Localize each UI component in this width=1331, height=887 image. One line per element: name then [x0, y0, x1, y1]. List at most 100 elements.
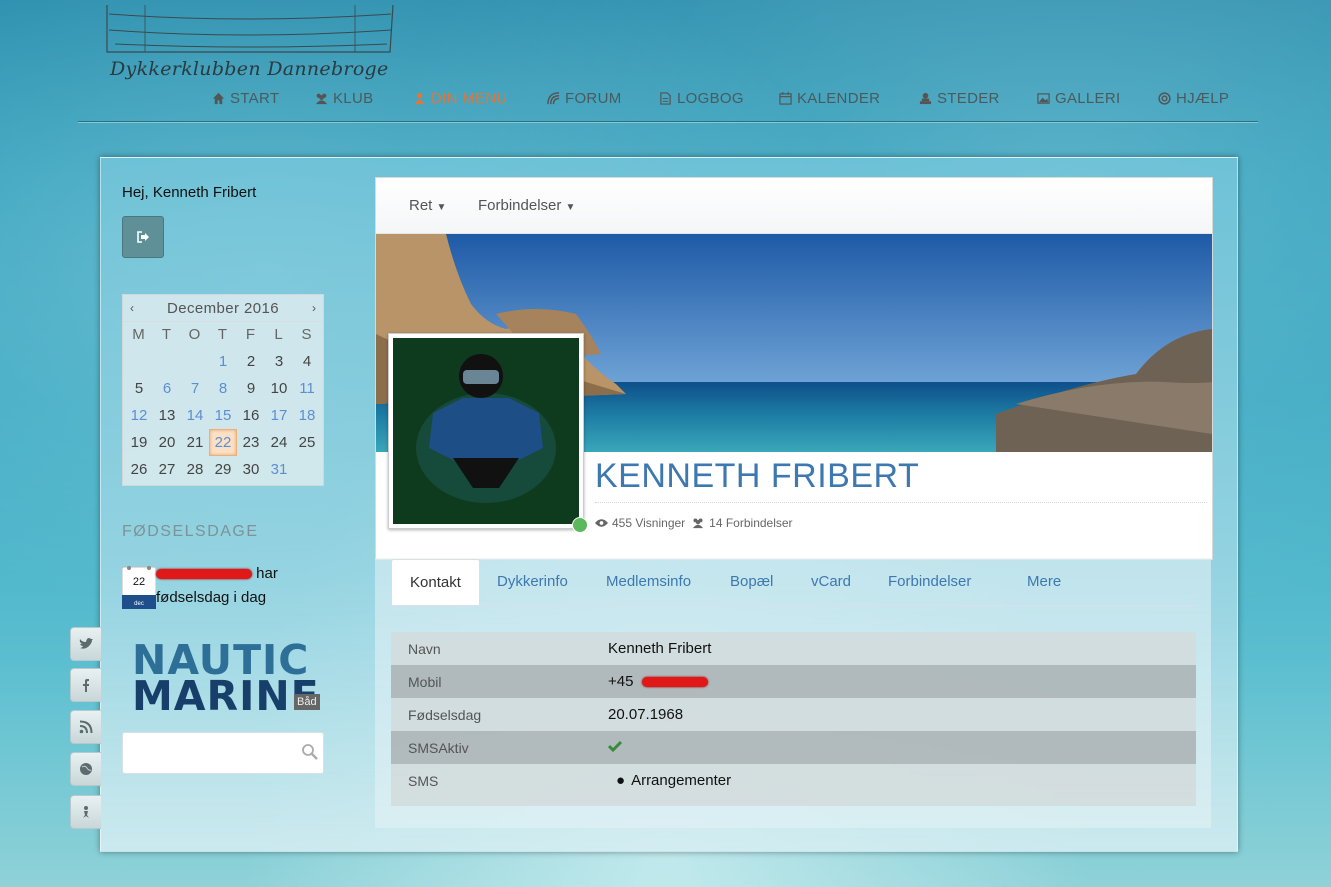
- calendar-day[interactable]: 17: [265, 402, 293, 429]
- users-icon: [315, 93, 328, 105]
- calendar-day[interactable]: 10: [265, 375, 293, 402]
- calendar-day[interactable]: 14: [181, 402, 209, 429]
- nav-item-kalender[interactable]: KALENDER: [779, 90, 880, 107]
- calendar-weekday: L: [274, 326, 284, 343]
- calendar-day[interactable]: 28: [181, 456, 209, 483]
- calendar-day[interactable]: 13: [153, 402, 181, 429]
- nav-item-logbog[interactable]: LOGBOG: [659, 90, 744, 107]
- sponsor-logo-nautic-marine[interactable]: NAUTIC MARINE Båd: [132, 640, 322, 717]
- search-input[interactable]: [122, 732, 324, 774]
- nav-item-klub[interactable]: KLUB: [315, 90, 373, 107]
- profile-stats: 455 Visninger 14 Forbindelser: [595, 516, 793, 530]
- calendar-day[interactable]: 2: [237, 348, 265, 375]
- calendar-day[interactable]: 30: [237, 456, 265, 483]
- tab-dykkerinfo[interactable]: Dykkerinfo: [479, 559, 586, 604]
- check-icon: [607, 740, 623, 753]
- calendar-day[interactable]: 20: [153, 429, 181, 456]
- nav-item-galleri[interactable]: GALLERI: [1037, 90, 1120, 107]
- home-icon: [212, 92, 225, 105]
- bullet-icon: ●: [616, 772, 626, 789]
- tab-bopael[interactable]: Bopæl: [712, 559, 791, 604]
- calendar-day[interactable]: 19: [125, 429, 153, 456]
- calendar-day[interactable]: 7: [181, 375, 209, 402]
- calendar-day[interactable]: 24: [265, 429, 293, 456]
- calendar-empty-cell: [153, 348, 181, 375]
- image-icon: [1037, 93, 1050, 104]
- lifebuoy-icon: [1158, 92, 1171, 105]
- nav-item-din-menu[interactable]: DIN MENU: [413, 90, 508, 107]
- profile-toolbar: Ret ▼ Forbindelser ▼: [376, 178, 1212, 234]
- row-label: Navn: [408, 640, 441, 657]
- calendar-day[interactable]: 9: [237, 375, 265, 402]
- calendar-prev-button[interactable]: ‹: [127, 301, 137, 315]
- birthday-entry: har fødselsdag i dag: [156, 562, 326, 610]
- calendar-day[interactable]: 21: [181, 429, 209, 456]
- nav-label: GALLERI: [1055, 90, 1121, 107]
- connections-dropdown[interactable]: Forbindelser ▼: [478, 197, 575, 214]
- table-row: SMSAktiv: [391, 731, 1196, 764]
- calendar-day[interactable]: 18: [293, 402, 321, 429]
- calendar-header: ‹ December 2016 ›: [123, 295, 323, 322]
- tab-mere[interactable]: Mere: [1009, 559, 1079, 604]
- calendar-day[interactable]: 12: [125, 402, 153, 429]
- search-icon[interactable]: [301, 743, 319, 761]
- nav-label: LOGBOG: [677, 90, 744, 107]
- calendar-day[interactable]: 25: [293, 429, 321, 456]
- eye-icon: [595, 519, 608, 527]
- calendar-day[interactable]: 26: [125, 456, 153, 483]
- calendar-empty-cell: [125, 348, 153, 375]
- nav-label: STEDER: [937, 90, 1000, 107]
- calendar-day[interactable]: 4: [293, 348, 321, 375]
- tab-medlemsinfo[interactable]: Medlemsinfo: [588, 559, 709, 604]
- birthday-month: dec: [134, 601, 144, 607]
- calendar-icon: [779, 92, 792, 105]
- calendar-day[interactable]: 3: [265, 348, 293, 375]
- edit-label: Ret: [409, 197, 433, 214]
- nav-item-steder[interactable]: STEDER: [919, 90, 1000, 107]
- facebook-button[interactable]: [70, 668, 101, 702]
- nav-item-start[interactable]: START: [212, 90, 279, 107]
- nav-label: HJÆLP: [1176, 90, 1230, 107]
- views-count: 455 Visninger: [612, 516, 686, 530]
- calendar-day[interactable]: 23: [237, 429, 265, 456]
- calendar-title: December 2016: [167, 299, 279, 317]
- calendar-next-button[interactable]: ›: [309, 301, 319, 315]
- tab-kontakt[interactable]: Kontakt: [391, 559, 480, 605]
- phone-prefix: +45: [608, 673, 634, 690]
- profile-card: Ret ▼ Forbindelser ▼ KENNETH FRIBERT 455…: [375, 177, 1213, 560]
- tab-forbindelser[interactable]: Forbindelser: [870, 559, 989, 604]
- calendar-day[interactable]: 15: [209, 402, 237, 429]
- profile-avatar[interactable]: [388, 333, 584, 529]
- twitter-button[interactable]: [70, 627, 101, 661]
- club-name[interactable]: Dykkerklubben Dannebroge: [110, 58, 389, 80]
- edit-dropdown[interactable]: Ret ▼: [409, 197, 446, 214]
- tab-vcard[interactable]: vCard: [793, 559, 869, 604]
- table-row: Mobil +45: [391, 665, 1196, 698]
- web-button[interactable]: [70, 752, 101, 786]
- diver-button[interactable]: [70, 795, 101, 829]
- calendar-day[interactable]: 11: [293, 375, 321, 402]
- calendar-day[interactable]: 27: [153, 456, 181, 483]
- nav-item-hjaelp[interactable]: HJÆLP: [1158, 90, 1229, 107]
- rss-button[interactable]: [70, 710, 101, 744]
- calendar-day[interactable]: 1: [209, 348, 237, 375]
- calendar-day[interactable]: 5: [125, 375, 153, 402]
- facebook-icon: [83, 679, 89, 692]
- calendar-day[interactable]: 31: [265, 456, 293, 483]
- profile-name: KENNETH FRIBERT: [595, 457, 920, 495]
- calendar-day[interactable]: 8: [209, 375, 237, 402]
- calendar-day[interactable]: 16: [237, 402, 265, 429]
- calendar-weekday: S: [301, 326, 313, 343]
- calendar-day[interactable]: 6: [153, 375, 181, 402]
- twitter-icon: [79, 638, 93, 649]
- calendar-weekday: T: [161, 326, 173, 343]
- logout-button[interactable]: [122, 216, 164, 258]
- calendar-weekday: T: [217, 326, 229, 343]
- calendar-day[interactable]: 22: [209, 429, 237, 456]
- table-footer: [391, 797, 1196, 806]
- nav-item-forum[interactable]: FORUM: [547, 90, 622, 107]
- calendar-day[interactable]: 29: [209, 456, 237, 483]
- calendar-grid: M T O T F L S 1 2 3 4 5 6 7 8 9 10 11 12 13 14 15 16 17 18 19 20 21…: [123, 322, 323, 483]
- caret-down-icon: ▼: [565, 202, 576, 213]
- row-value: Kenneth Fribert: [608, 640, 712, 657]
